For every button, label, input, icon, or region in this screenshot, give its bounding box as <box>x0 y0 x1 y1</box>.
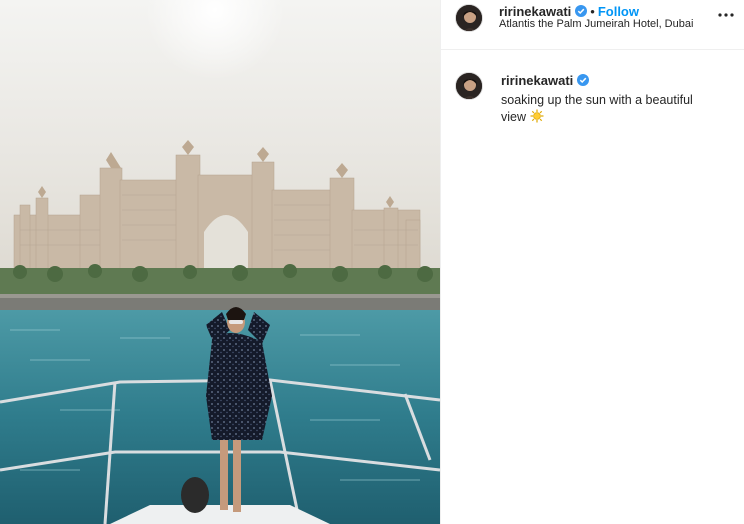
username-link[interactable]: ririnekawati <box>499 4 571 19</box>
post-image <box>0 0 440 524</box>
caption-avatar-image <box>456 73 482 99</box>
sun-emoji-icon <box>530 109 543 123</box>
caption-verified-badge-icon <box>577 74 590 86</box>
avatar[interactable] <box>455 4 483 32</box>
follow-button[interactable]: Follow <box>598 4 639 19</box>
location-link[interactable]: Atlantis the Palm Jumeirah Hotel, Dubai <box>499 18 693 30</box>
caption-avatar[interactable] <box>455 72 483 100</box>
caption-username-link[interactable]: ririnekawati <box>501 73 573 88</box>
post-photo[interactable] <box>0 0 440 524</box>
post-side-panel: ririnekawati • Follow Atlantis the Palm Ju… <box>440 0 744 524</box>
caption: ririnekawati soaking up the sun with a b… <box>501 72 721 126</box>
caption-header: ririnekawati <box>501 72 721 90</box>
more-options-icon[interactable] <box>717 8 735 22</box>
separator-dot: • <box>590 4 595 19</box>
avatar-image <box>456 5 482 31</box>
post-header: ririnekawati • Follow Atlantis the Palm Ju… <box>441 0 744 50</box>
verified-badge-icon <box>575 5 588 17</box>
